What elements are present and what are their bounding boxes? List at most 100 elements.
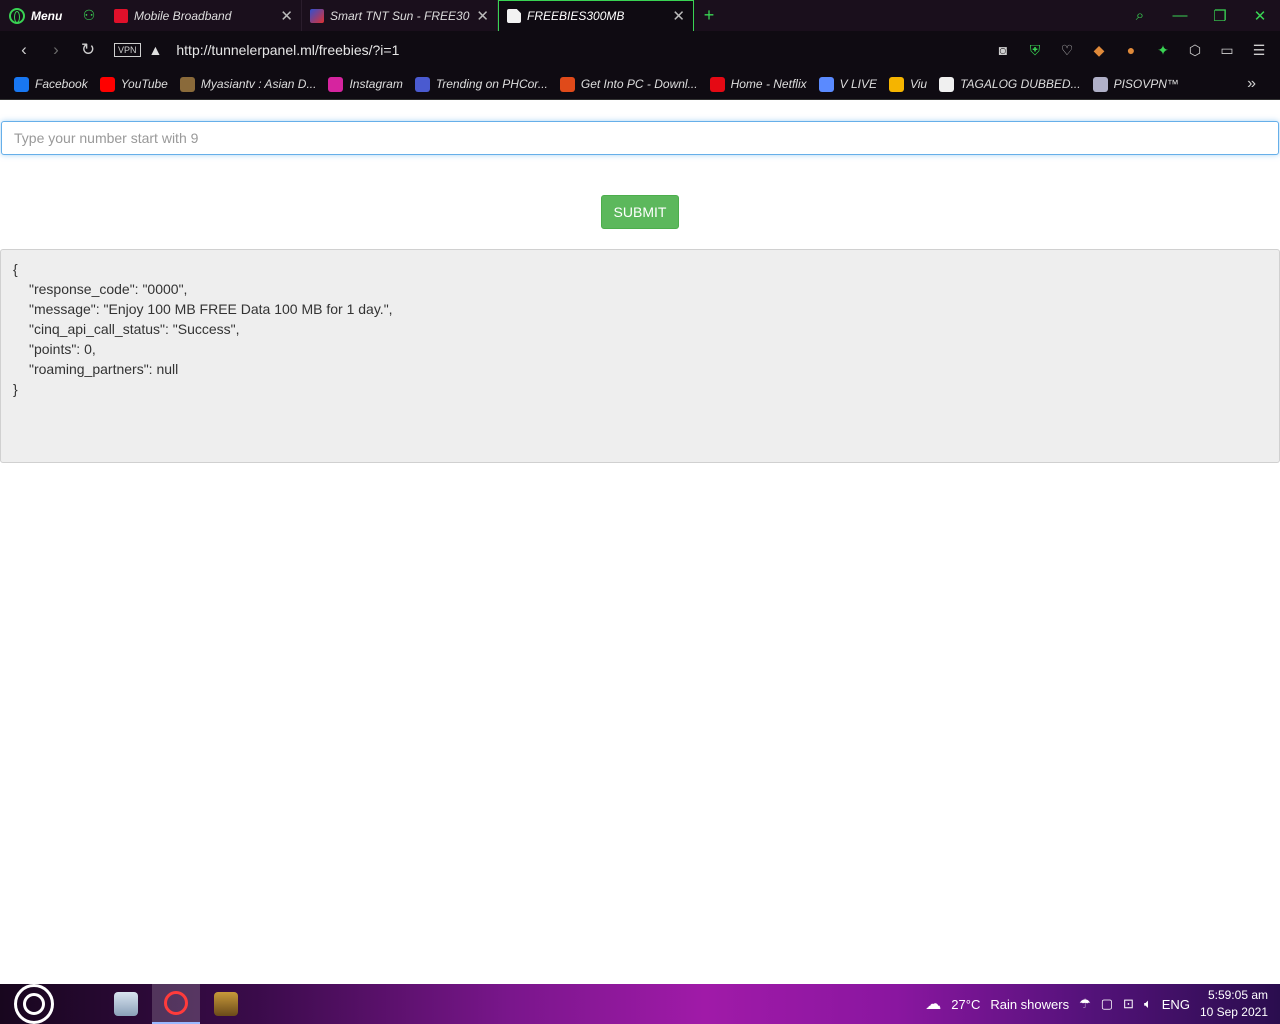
bookmark-item[interactable]: Get Into PC - Downl... — [559, 76, 698, 92]
bookmark-item[interactable]: Facebook — [14, 76, 88, 92]
clock-date: 10 Sep 2021 — [1199, 1005, 1268, 1019]
response-line: "roaming_partners": null — [29, 361, 179, 377]
reload-icon[interactable]: ↻ — [72, 34, 104, 66]
bookmark-favicon-icon — [559, 76, 575, 92]
bookmark-item[interactable]: Myasiantv : Asian D... — [179, 76, 316, 92]
tab-mobile-broadband[interactable]: Mobile Broadband ✕ — [106, 0, 302, 31]
bookmark-item[interactable]: Instagram — [328, 76, 403, 92]
address-bar-actions: ◙ ⛨ ♡ ◆ ● ✦ ⬡ ▭ ☰ — [994, 42, 1272, 59]
response-line: "message": "Enjoy 100 MB FREE Data 100 M… — [29, 301, 393, 317]
network-icon[interactable]: ⊡ — [1123, 996, 1134, 1012]
close-tab-icon[interactable]: ✕ — [476, 7, 489, 25]
not-secure-warning-icon[interactable]: ▲ — [149, 42, 163, 58]
bookmark-favicon-icon — [818, 76, 834, 92]
url-field[interactable]: http://tunnelerpanel.ml/freebies/?i=1 — [176, 42, 994, 58]
huawei-favicon-icon — [114, 8, 128, 23]
weather-description[interactable]: Rain showers — [990, 997, 1069, 1012]
page-content: SUBMIT { "response_code": "0000", "messa… — [0, 101, 1280, 984]
response-line: { — [13, 261, 18, 277]
bookmark-item[interactable]: Home - Netflix — [709, 76, 807, 92]
extension-puzzle-icon[interactable]: ✦ — [1154, 42, 1172, 59]
bookmark-label: PISOVPN™ — [1113, 77, 1179, 91]
bookmark-label: Home - Netflix — [730, 77, 807, 91]
tab-freebies300mb[interactable]: FREEBIES300MB ✕ — [498, 0, 694, 31]
display-icon[interactable]: ▢ — [1101, 996, 1113, 1012]
phone-number-input[interactable] — [1, 121, 1279, 155]
forward-arrow-icon[interactable]: › — [40, 34, 72, 66]
clock[interactable]: 5:59:05 am 10 Sep 2021 — [1200, 987, 1268, 1021]
bookmark-label: Viu — [909, 77, 928, 91]
windows-taskbar: ☁ 27°C Rain showers ☂ ▢ ⊡ 🔈︎ ENG 5:59:05… — [0, 984, 1280, 1024]
bookmark-item[interactable]: Trending on PHCor... — [414, 76, 548, 92]
bookmark-favicon-icon — [939, 76, 955, 92]
close-window-icon[interactable]: ✕ — [1240, 0, 1280, 31]
volume-icon[interactable]: 🔈︎ — [1144, 996, 1152, 1012]
bookmark-favicon-icon — [888, 76, 904, 92]
bookmark-favicon-icon — [709, 76, 725, 92]
start-button[interactable] — [0, 984, 68, 1024]
bookmark-favicon-icon — [99, 76, 115, 92]
new-tab-plus-icon[interactable]: + — [694, 0, 724, 31]
bookmark-heart-icon[interactable]: ♡ — [1058, 42, 1076, 59]
back-arrow-icon[interactable]: ‹ — [8, 34, 40, 66]
extension-icon[interactable]: ◆ — [1090, 42, 1108, 59]
battery-saver-icon[interactable]: ▭ — [1218, 42, 1236, 59]
system-tray: ☁ 27°C Rain showers ☂ ▢ ⊡ 🔈︎ ENG 5:59:05… — [925, 987, 1280, 1021]
response-line: } — [13, 381, 18, 397]
opera-menu-button[interactable]: Menu — [0, 0, 72, 31]
bookmark-label: Instagram — [349, 77, 403, 91]
bookmark-item[interactable]: TAGALOG DUBBED... — [939, 76, 1081, 92]
bookmark-label: Facebook — [35, 77, 88, 91]
adblock-shield-icon[interactable]: ⛨ — [1026, 42, 1044, 59]
onedrive-icon[interactable]: ☂ — [1079, 996, 1091, 1012]
restore-icon[interactable]: ❐ — [1200, 0, 1240, 31]
bookmark-favicon-icon — [328, 76, 344, 92]
tab-title: FREEBIES300MB — [527, 9, 625, 23]
bookmark-label: YouTube — [120, 77, 168, 91]
weather-temperature[interactable]: 27°C — [951, 997, 980, 1012]
search-tabs-icon[interactable]: ⌕ — [1120, 0, 1160, 31]
taskbar-game-app[interactable] — [202, 984, 250, 1024]
bookmark-item[interactable]: YouTube — [99, 76, 168, 92]
bookmark-favicon-icon — [1092, 76, 1108, 92]
minimize-icon[interactable]: — — [1160, 0, 1200, 31]
computer-icon — [114, 992, 138, 1016]
bookmark-item[interactable]: PISOVPN™ — [1092, 76, 1179, 92]
cube-extension-icon[interactable]: ⬡ — [1186, 42, 1204, 59]
bookmark-favicon-icon — [14, 76, 29, 92]
tab-title: Smart TNT Sun - FREE300M — [330, 8, 470, 23]
clock-time: 5:59:05 am — [1207, 988, 1268, 1002]
bookmarks-overflow-chevron-icon[interactable]: » — [1247, 75, 1256, 93]
bookmark-item[interactable]: Viu — [888, 76, 928, 92]
start-ring-icon — [14, 984, 54, 1024]
bookmark-label: TAGALOG DUBBED... — [960, 77, 1081, 91]
taskbar-opera-gx[interactable] — [152, 984, 200, 1024]
bookmark-favicon-icon — [179, 76, 195, 92]
response-line: "points": 0, — [29, 341, 96, 357]
language-indicator[interactable]: ENG — [1162, 997, 1190, 1012]
game-launcher-icon — [214, 992, 238, 1016]
smart-favicon-icon — [310, 8, 324, 23]
close-tab-icon[interactable]: ✕ — [280, 7, 293, 25]
cookie-extension-icon[interactable]: ● — [1122, 42, 1140, 58]
close-tab-icon[interactable]: ✕ — [672, 7, 685, 25]
gx-controller-icon[interactable]: ⚇ — [72, 0, 106, 31]
easy-setup-menu-icon[interactable]: ☰ — [1250, 42, 1268, 59]
tab-smart-tnt-sun[interactable]: Smart TNT Sun - FREE300M ✕ — [302, 0, 498, 31]
taskbar-this-pc[interactable] — [102, 984, 150, 1024]
json-response-box: { "response_code": "0000", "message": "E… — [0, 249, 1280, 463]
bookmark-item[interactable]: V LIVE — [818, 76, 877, 92]
response-line: "cinq_api_call_status": "Success", — [29, 321, 240, 337]
bookmark-label: V LIVE — [839, 77, 877, 91]
submit-button[interactable]: SUBMIT — [601, 195, 679, 229]
vpn-badge[interactable]: VPN — [114, 43, 141, 57]
menu-label: Menu — [31, 8, 63, 23]
tab-title: Mobile Broadband — [134, 8, 232, 23]
opera-logo-icon — [9, 7, 25, 24]
snapshot-camera-icon[interactable]: ◙ — [994, 42, 1012, 58]
address-bar: ‹ › ↻ VPN ▲ http://tunnelerpanel.ml/free… — [0, 31, 1280, 69]
response-line: "response_code": "0000", — [29, 281, 188, 297]
browser-tab-bar: Menu ⚇ Mobile Broadband ✕ Smart TNT Sun … — [0, 0, 1280, 31]
rain-cloud-icon[interactable]: ☁ — [925, 994, 941, 1014]
document-favicon-icon — [507, 9, 521, 23]
